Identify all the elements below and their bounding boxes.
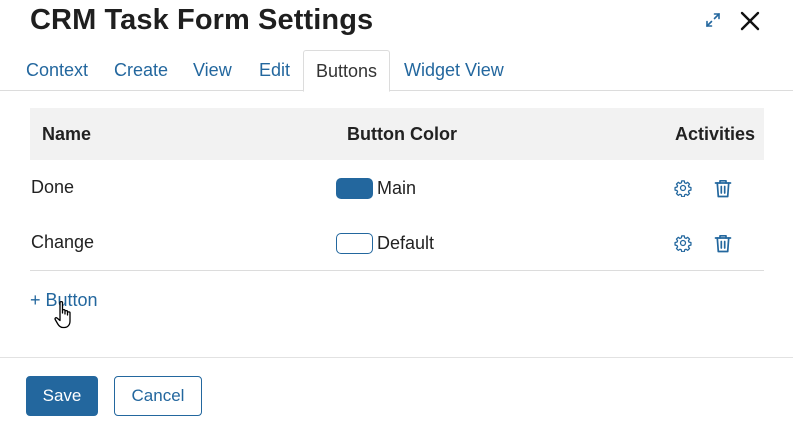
- tab-buttons[interactable]: Buttons: [303, 50, 391, 92]
- table-row: Change Default: [30, 215, 764, 270]
- gear-icon[interactable]: [673, 233, 693, 253]
- color-label: Main: [377, 178, 417, 198]
- footer-divider: [0, 357, 793, 358]
- save-button[interactable]: Save: [26, 376, 98, 416]
- color-label: Default: [377, 233, 435, 253]
- table-header: Name Button Color Activities: [30, 108, 764, 160]
- table-divider: [30, 270, 764, 271]
- column-header-activities: Activities: [675, 124, 756, 144]
- tab-context[interactable]: Context: [14, 50, 100, 91]
- tab-create[interactable]: Create: [102, 50, 180, 91]
- tab-edit[interactable]: Edit: [247, 50, 302, 91]
- hand-cursor-icon: [54, 300, 76, 330]
- expand-icon[interactable]: [702, 9, 724, 31]
- column-header-button-color: Button Color: [347, 124, 457, 144]
- tab-widget-view[interactable]: Widget View: [392, 50, 516, 91]
- button-color-cell: Default: [336, 233, 434, 254]
- trash-icon[interactable]: [713, 233, 733, 253]
- button-name: Change: [31, 232, 95, 252]
- table-row: Done Main: [30, 160, 764, 215]
- page-title: CRM Task Form Settings: [30, 4, 374, 36]
- gear-icon[interactable]: [673, 178, 693, 198]
- trash-icon[interactable]: [713, 178, 733, 198]
- close-icon[interactable]: [738, 9, 762, 33]
- color-swatch: [336, 233, 373, 254]
- color-swatch: [336, 178, 373, 199]
- tab-bar: Context Create View Edit Buttons Widget …: [0, 50, 793, 92]
- column-header-name: Name: [42, 124, 92, 144]
- tab-view[interactable]: View: [181, 50, 244, 91]
- cancel-button[interactable]: Cancel: [114, 376, 202, 416]
- button-color-cell: Main: [336, 178, 416, 199]
- button-name: Done: [31, 177, 75, 197]
